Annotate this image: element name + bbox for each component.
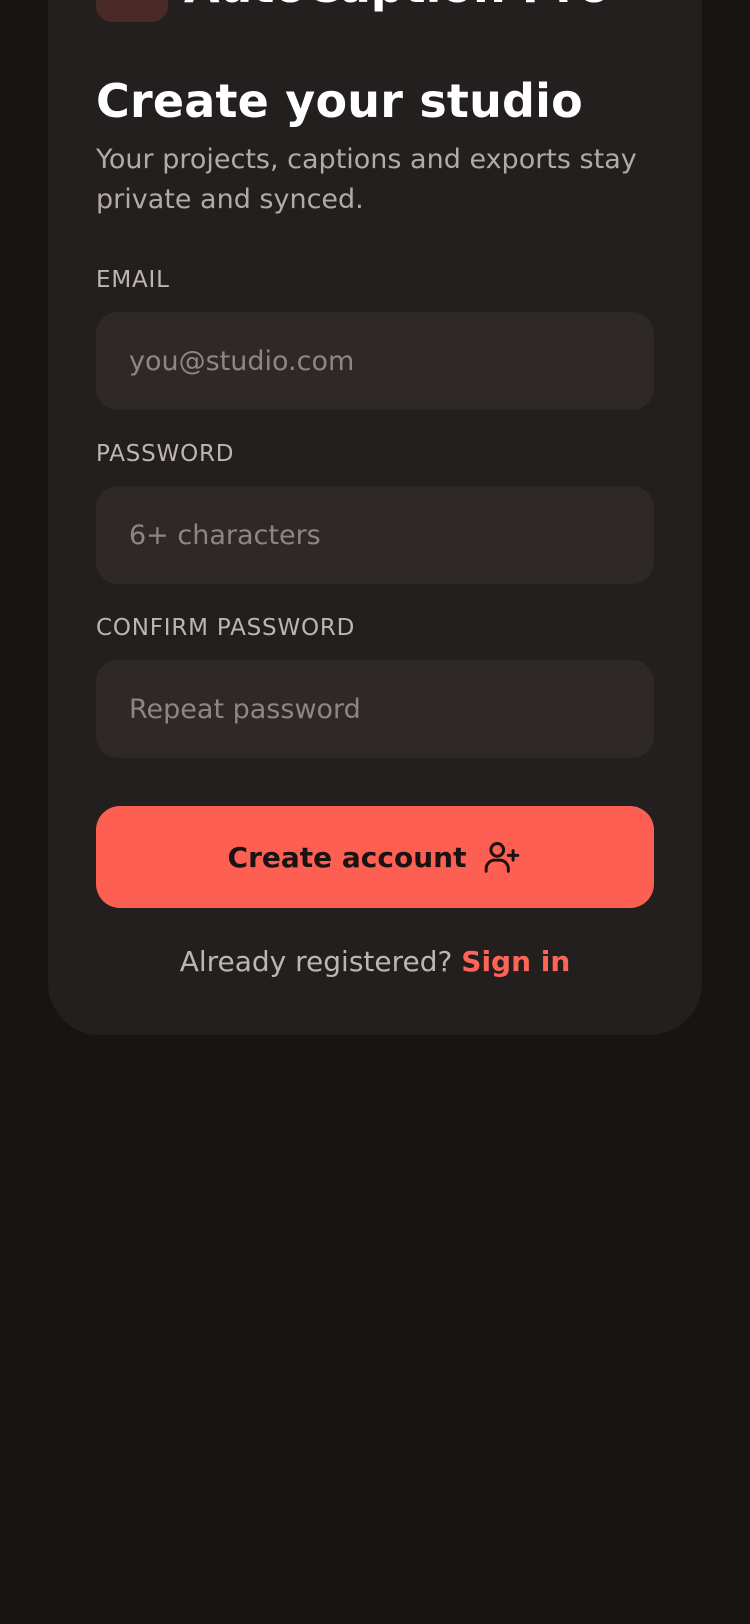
confirm-password-label: CONFIRM PASSWORD: [96, 615, 356, 641]
create-account-button[interactable]: Create account: [96, 806, 654, 908]
password-field[interactable]: [96, 486, 654, 584]
password-label: PASSWORD: [96, 441, 235, 467]
sign-in-prompt: Already registered? Sign in: [96, 945, 654, 978]
app-logo-icon: [96, 0, 168, 22]
confirm-password-field[interactable]: [96, 660, 654, 758]
email-field[interactable]: [96, 312, 654, 410]
page-subtitle: Your projects, captions and exports stay…: [96, 144, 637, 215]
user-plus-icon: [482, 837, 522, 877]
email-label: EMAIL: [96, 267, 170, 293]
create-account-label: Create account: [227, 840, 467, 874]
brand-name: AutoCaption Pro: [184, 0, 610, 13]
page-title: Create your studio: [96, 74, 583, 128]
sign-in-link[interactable]: Sign in: [461, 945, 570, 978]
brand-header: AutoCaption Pro: [96, 0, 610, 22]
sign-in-prompt-text: Already registered?: [179, 945, 453, 978]
